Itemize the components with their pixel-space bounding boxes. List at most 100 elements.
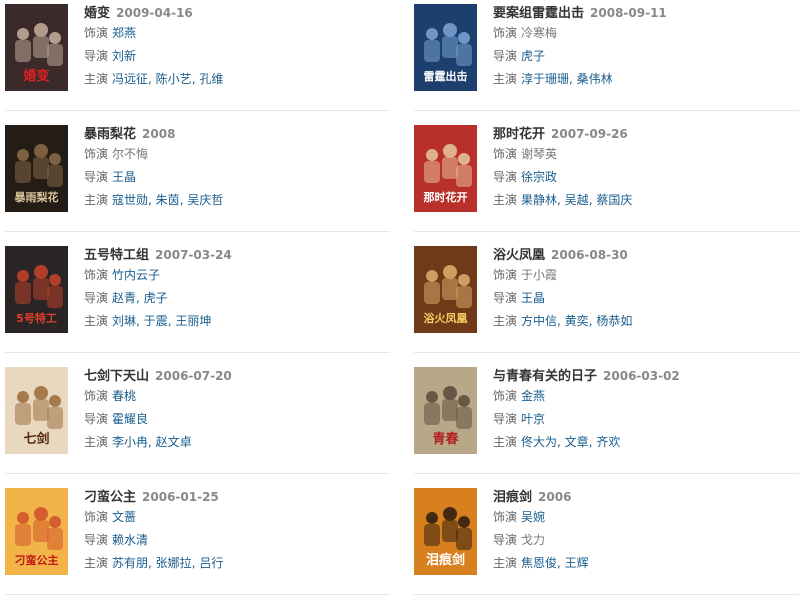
role-label: 饰演 <box>84 268 109 282</box>
director-label: 导演 <box>84 291 109 305</box>
cast-member-link[interactable]: 杨恭如 <box>596 314 632 328</box>
separator: , <box>148 193 156 207</box>
film-row: 5号特工 五号特工组 2007-03-24 饰演 竹内云子 导演 赵青, 虎子 主演 刘琳, 于… <box>0 242 805 363</box>
director-name[interactable]: 赖水清 <box>112 533 148 547</box>
role-name[interactable]: 郑燕 <box>112 26 136 40</box>
cast-member-link[interactable]: 朱茵 <box>156 193 180 207</box>
cast-member-link[interactable]: 冯远征 <box>112 72 148 86</box>
director-name[interactable]: 王晶 <box>112 170 136 184</box>
cast-member-link[interactable]: 陈小艺 <box>156 72 192 86</box>
cast-member-link[interactable]: 蔡国庆 <box>596 193 632 207</box>
cast-label: 主演 <box>84 556 109 570</box>
film-poster[interactable]: 泪痕剑 <box>414 488 477 575</box>
director-name[interactable]: 王晶 <box>521 291 545 305</box>
cast-member-link[interactable]: 王丽坤 <box>175 314 211 328</box>
cast-member-link[interactable]: 刘琳 <box>112 314 136 328</box>
cast-member-link[interactable]: 孔维 <box>199 72 223 86</box>
film-title-link[interactable]: 五号特工组 <box>84 248 149 263</box>
film-poster[interactable]: 暴雨梨花 <box>5 125 68 212</box>
separator: , <box>557 435 565 449</box>
cast-member-link[interactable]: 吴越 <box>565 193 589 207</box>
cast-member-link[interactable]: 赵文卓 <box>156 435 192 449</box>
cast-label: 主演 <box>493 556 518 570</box>
release-date: 2007-03-24 <box>155 248 232 262</box>
film-info: 七剑下天山 2006-07-20 饰演 春桃 导演 霍耀良 主演 李小冉, 赵文卓 <box>84 367 384 454</box>
director-line: 导演 戈力 <box>493 529 793 552</box>
poster-title-art: 雷霆出击 <box>424 69 468 83</box>
cast-member-link[interactable]: 齐欢 <box>596 435 620 449</box>
role-name[interactable]: 吴婉 <box>521 510 545 524</box>
cast-member-link[interactable]: 张娜拉 <box>156 556 192 570</box>
director-name[interactable]: 徐宗政 <box>521 170 557 184</box>
film-poster[interactable]: 刁蛮公主 <box>5 488 68 575</box>
film-title-link[interactable]: 暴雨梨花 <box>84 127 136 142</box>
role-name: 冷寒梅 <box>521 26 558 40</box>
film-row: 暴雨梨花 暴雨梨花 2008 饰演 尔不悔 导演 王晶 主演 寇世勋, 朱茵, 吴庆哲 那时花开那… <box>0 121 805 242</box>
cast-member-link[interactable]: 果静林 <box>521 193 557 207</box>
cast-member-link[interactable]: 方中信 <box>521 314 557 328</box>
film-title-link[interactable]: 七剑下天山 <box>84 369 149 384</box>
cast-member-link[interactable]: 王辉 <box>565 556 589 570</box>
role-name[interactable]: 金燕 <box>521 389 545 403</box>
film-title-link[interactable]: 刁蛮公主 <box>84 490 136 505</box>
film-poster[interactable]: 浴火凤凰 <box>414 246 477 333</box>
film-card: 暴雨梨花 暴雨梨花 2008 饰演 尔不悔 导演 王晶 主演 寇世勋, 朱茵, 吴庆哲 <box>5 121 390 232</box>
director-name[interactable]: 霍耀良 <box>112 412 148 426</box>
film-poster[interactable]: 青春 <box>414 367 477 454</box>
separator: , <box>557 556 565 570</box>
cast-label: 主演 <box>84 314 109 328</box>
cast-member-link[interactable]: 寇世勋 <box>112 193 148 207</box>
cast-member-link[interactable]: 淳于珊珊 <box>521 72 569 86</box>
film-title-link[interactable]: 要案组雷霆出击 <box>493 6 584 21</box>
film-info: 五号特工组 2007-03-24 饰演 竹内云子 导演 赵青, 虎子 主演 刘琳, 于震, 王… <box>84 246 384 333</box>
cast-member-link[interactable]: 佟大为 <box>521 435 557 449</box>
director-name[interactable]: 虎子 <box>521 49 545 63</box>
film-title-link[interactable]: 婚变 <box>84 6 110 21</box>
cast-member-link[interactable]: 吕行 <box>199 556 223 570</box>
role-name[interactable]: 竹内云子 <box>112 268 160 282</box>
role-line: 饰演 吴婉 <box>493 506 793 529</box>
film-title-link[interactable]: 与青春有关的日子 <box>493 369 597 384</box>
cast-member-link[interactable]: 李小冉 <box>112 435 148 449</box>
poster-art: 雷霆出击 <box>414 4 477 91</box>
director-label: 导演 <box>493 49 518 63</box>
cast-line: 主演 果静林, 吴越, 蔡国庆 <box>493 189 793 212</box>
role-line: 饰演 谢琴英 <box>493 143 793 166</box>
director-line: 导演 刘新 <box>84 45 384 68</box>
poster-art: 浴火凤凰 <box>414 246 477 333</box>
director-name[interactable]: 叶京 <box>521 412 545 426</box>
title-line: 婚变 2009-04-16 <box>84 4 384 22</box>
cast-member-link[interactable]: 于震 <box>144 314 168 328</box>
role-line: 饰演 尔不悔 <box>84 143 384 166</box>
cast-member-link[interactable]: 焦恩俊 <box>521 556 557 570</box>
director-line: 导演 虎子 <box>493 45 793 68</box>
film-title-link[interactable]: 那时花开 <box>493 127 545 142</box>
director-name[interactable]: 虎子 <box>144 291 168 305</box>
cast-line: 主演 李小冉, 赵文卓 <box>84 431 384 454</box>
title-line: 刁蛮公主 2006-01-25 <box>84 488 384 506</box>
role-name[interactable]: 文蔷 <box>112 510 136 524</box>
film-poster[interactable]: 5号特工 <box>5 246 68 333</box>
film-poster[interactable]: 七剑 <box>5 367 68 454</box>
director-label: 导演 <box>84 170 109 184</box>
release-date: 2006-03-02 <box>603 369 680 383</box>
director-line: 导演 叶京 <box>493 408 793 431</box>
role-line: 饰演 竹内云子 <box>84 264 384 287</box>
role-label: 饰演 <box>493 389 518 403</box>
film-poster[interactable]: 婚变 <box>5 4 68 91</box>
director-name[interactable]: 赵青 <box>112 291 136 305</box>
film-title-link[interactable]: 泪痕剑 <box>493 490 532 505</box>
film-title-link[interactable]: 浴火凤凰 <box>493 248 545 263</box>
separator: , <box>148 72 156 86</box>
role-name[interactable]: 春桃 <box>112 389 136 403</box>
title-line: 要案组雷霆出击 2008-09-11 <box>493 4 793 22</box>
film-poster[interactable]: 雷霆出击 <box>414 4 477 91</box>
film-poster[interactable]: 那时花开 <box>414 125 477 212</box>
director-label: 导演 <box>84 49 109 63</box>
cast-member-link[interactable]: 桑伟林 <box>577 72 613 86</box>
cast-member-link[interactable]: 黄奕 <box>565 314 589 328</box>
cast-member-link[interactable]: 苏有朋 <box>112 556 148 570</box>
cast-member-link[interactable]: 文章 <box>565 435 589 449</box>
cast-member-link[interactable]: 吴庆哲 <box>187 193 223 207</box>
director-name[interactable]: 刘新 <box>112 49 136 63</box>
